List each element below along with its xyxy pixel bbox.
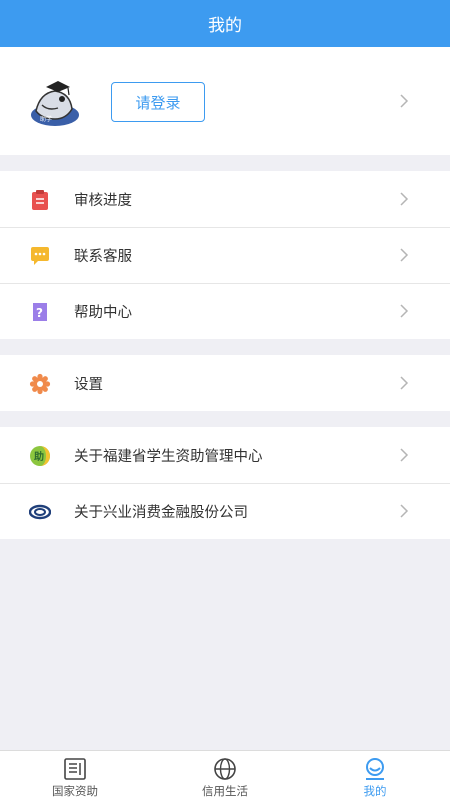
cib-logo-icon bbox=[29, 504, 51, 520]
chevron-right-icon bbox=[400, 448, 409, 462]
svg-text:?: ? bbox=[36, 306, 43, 320]
menu-group-main: 审核进度 联系客服 ? 帮助中心 bbox=[0, 171, 450, 339]
svg-text:助学: 助学 bbox=[40, 115, 52, 123]
chevron-right-icon bbox=[400, 376, 409, 390]
tab-credit-life[interactable]: 信用生活 bbox=[150, 751, 300, 800]
chevron-right-icon bbox=[400, 304, 409, 318]
svg-text:助: 助 bbox=[34, 450, 44, 463]
bottom-tab-bar: 国家资助 信用生活 我的 bbox=[0, 750, 450, 800]
menu-item-contact-service[interactable]: 联系客服 bbox=[0, 227, 450, 283]
menu-item-settings[interactable]: 设置 bbox=[0, 355, 450, 411]
tab-mine[interactable]: 我的 bbox=[300, 751, 450, 800]
tab-label: 我的 bbox=[363, 784, 387, 798]
tab-national-aid[interactable]: 国家资助 bbox=[0, 751, 150, 800]
page-title: 我的 bbox=[208, 16, 242, 36]
tab-label: 信用生活 bbox=[202, 784, 248, 798]
globe-icon bbox=[214, 758, 236, 780]
page-header: 我的 bbox=[0, 0, 450, 47]
chevron-right-icon bbox=[400, 248, 409, 262]
chevron-right-icon bbox=[400, 504, 409, 518]
menu-group-settings: 设置 bbox=[0, 355, 450, 411]
newspaper-icon bbox=[64, 758, 86, 780]
menu-item-label: 帮助中心 bbox=[74, 304, 132, 321]
gear-icon bbox=[29, 373, 51, 395]
person-icon bbox=[366, 758, 384, 780]
menu-item-label: 审核进度 bbox=[74, 192, 132, 209]
avatar-mascot-icon: 助学 bbox=[31, 81, 79, 126]
chat-bubble-icon bbox=[31, 247, 49, 265]
help-icon: ? bbox=[33, 303, 47, 321]
menu-item-label: 设置 bbox=[74, 376, 103, 393]
profile-card[interactable]: 助学 请登录 bbox=[0, 47, 450, 155]
menu-group-about: 助 关于福建省学生资助管理中心 关于兴业消费金融股份公司 bbox=[0, 427, 450, 539]
login-button[interactable]: 请登录 bbox=[111, 82, 205, 122]
menu-item-label: 关于福建省学生资助管理中心 bbox=[74, 448, 263, 465]
menu-item-help-center[interactable]: ? 帮助中心 bbox=[0, 283, 450, 339]
clipboard-icon bbox=[32, 190, 48, 210]
tab-label: 国家资助 bbox=[52, 784, 98, 798]
chevron-right-icon bbox=[400, 192, 409, 206]
menu-item-label: 联系客服 bbox=[74, 248, 132, 265]
menu-item-label: 关于兴业消费金融股份公司 bbox=[74, 504, 248, 521]
fujian-aid-logo-icon: 助 bbox=[30, 446, 50, 466]
menu-item-about-cib[interactable]: 关于兴业消费金融股份公司 bbox=[0, 483, 450, 539]
chevron-right-icon bbox=[400, 94, 409, 108]
menu-item-review-progress[interactable]: 审核进度 bbox=[0, 171, 450, 227]
menu-item-about-fujian[interactable]: 助 关于福建省学生资助管理中心 bbox=[0, 427, 450, 483]
